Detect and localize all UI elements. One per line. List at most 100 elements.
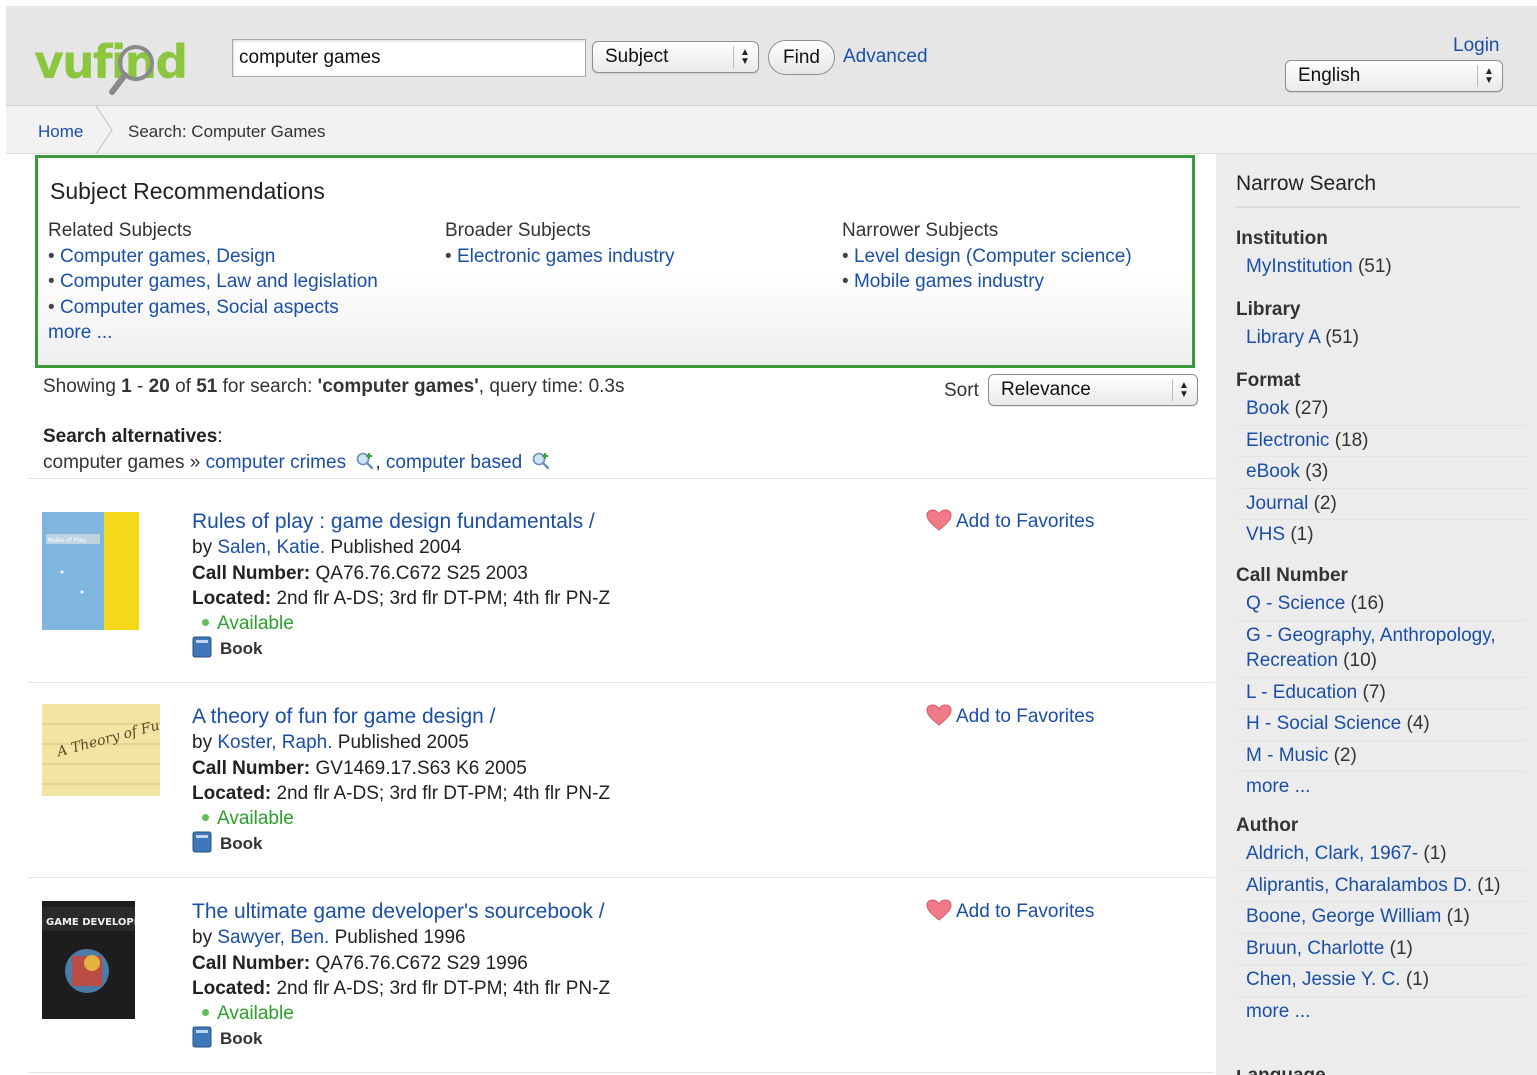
facet-link[interactable]: M - Music xyxy=(1246,745,1328,766)
subject-recommendations-box: Subject Recommendations Related Subjects… xyxy=(35,155,1195,368)
summary-of: of xyxy=(175,376,191,397)
select-arrows-icon: ▲ ▼ xyxy=(740,47,750,67)
select-arrows-icon: ▲ ▼ xyxy=(1179,380,1189,400)
located-label: Located: xyxy=(192,587,272,609)
facet-link[interactable]: Book xyxy=(1246,398,1289,419)
facet-heading: Call Number xyxy=(1236,565,1348,586)
facet-link[interactable]: Q - Science xyxy=(1246,593,1345,614)
facet-count: (16) xyxy=(1350,593,1385,614)
available-status-icon xyxy=(202,1009,209,1017)
facet-more-link[interactable]: more ... xyxy=(1246,776,1310,797)
result-title-link[interactable]: A theory of fun for game design / xyxy=(192,705,496,728)
expand-search-icon[interactable] xyxy=(355,452,375,470)
result-author-link[interactable]: Koster, Raph. xyxy=(217,732,332,753)
facet-link[interactable]: Chen, Jessie Y. C. xyxy=(1246,969,1401,990)
facet-institution: Institution MyInstitution (51) xyxy=(1236,228,1526,285)
expand-search-icon[interactable] xyxy=(531,452,551,470)
heart-icon xyxy=(926,704,952,726)
facet-author: Author Aldrich, Clark, 1967- (1) Alipran… xyxy=(1236,815,1526,1029)
search-alternatives-line: computer games » computer crimes , compu… xyxy=(43,452,551,474)
summary-dash: - xyxy=(137,376,144,397)
facet-count: (1) xyxy=(1477,874,1501,896)
result-author-link[interactable]: Salen, Katie. xyxy=(217,537,325,558)
add-to-favorites-link[interactable]: Add to Favorites xyxy=(926,704,1094,728)
login-link[interactable]: Login xyxy=(1453,35,1500,57)
summary-end: 20 xyxy=(148,376,170,397)
facet-link[interactable]: VHS xyxy=(1246,524,1285,545)
heart-icon xyxy=(926,509,952,531)
facet-link[interactable]: Aliprantis, Charalambos D. xyxy=(1246,875,1472,896)
narrower-subject-link[interactable]: Mobile games industry xyxy=(854,271,1044,292)
language-value: English xyxy=(1298,65,1361,86)
svg-text:GAME DEVELOPER'S: GAME DEVELOPER'S xyxy=(46,917,135,928)
facet-link[interactable]: eBook xyxy=(1246,461,1300,482)
facet-item: Aliprantis, Charalambos D. (1) xyxy=(1236,873,1526,902)
by-label: by xyxy=(192,537,213,559)
facet-link[interactable]: H - Social Science xyxy=(1246,713,1401,734)
search-input[interactable] xyxy=(232,39,586,77)
alternative-link-computer-crimes[interactable]: computer crimes xyxy=(206,452,346,473)
book-cover-image[interactable]: A Theory of Fun xyxy=(42,704,160,796)
language-select[interactable]: English ▲ ▼ xyxy=(1285,60,1503,92)
narrower-subject-link[interactable]: Level design (Computer science) xyxy=(854,246,1132,267)
facet-link[interactable]: Journal xyxy=(1246,493,1308,514)
sort-select[interactable]: Relevance ▲ ▼ xyxy=(988,374,1198,406)
book-cover-image[interactable]: GAME DEVELOPER'S xyxy=(42,901,135,1019)
facet-link[interactable]: MyInstitution xyxy=(1246,256,1353,277)
sort-label: Sort xyxy=(944,380,979,401)
facet-count: (3) xyxy=(1305,461,1329,482)
book-cover-image[interactable]: Rules of Play xyxy=(42,512,139,630)
results-divider xyxy=(28,478,1214,479)
result-status: Available xyxy=(217,613,294,635)
search-type-select[interactable]: Subject ▲ ▼ xyxy=(592,41,759,73)
facet-count: (4) xyxy=(1406,713,1430,734)
facet-link[interactable]: Bruun, Charlotte xyxy=(1246,938,1384,959)
facet-item: Aldrich, Clark, 1967- (1) xyxy=(1236,841,1526,871)
facet-format: Format Book (27) Electronic (18) eBook (… xyxy=(1236,370,1526,553)
facet-item: more ... xyxy=(1236,774,1526,803)
facet-item: Library A (51) xyxy=(1236,325,1526,354)
facet-link[interactable]: Aldrich, Clark, 1967- xyxy=(1246,843,1418,864)
facet-link[interactable]: L - Education xyxy=(1246,682,1357,703)
add-to-favorites-link[interactable]: Add to Favorites xyxy=(926,509,1094,533)
summary-query: 'computer games' xyxy=(317,376,479,397)
result-published: Published 1996 xyxy=(334,927,466,949)
facet-item: Journal (2) xyxy=(1236,491,1526,520)
find-button[interactable]: Find xyxy=(768,40,835,75)
facet-count: (1) xyxy=(1423,843,1447,864)
narrow-search-sidebar: Narrow Search Institution MyInstitution … xyxy=(1216,154,1537,1075)
facet-link[interactable]: Electronic xyxy=(1246,430,1329,451)
related-subject-link[interactable]: Computer games, Law and legislation xyxy=(60,271,378,292)
result-title-link[interactable]: Rules of play : game design fundamentals… xyxy=(192,510,595,533)
narrower-subjects-heading: Narrower Subjects xyxy=(842,220,999,241)
facet-item: Book (27) xyxy=(1236,396,1526,426)
vufind-logo[interactable]: vufind xyxy=(32,30,207,100)
facet-item: more ... xyxy=(1236,999,1526,1028)
breadcrumb-home-link[interactable]: Home xyxy=(38,122,83,142)
facet-link[interactable]: Boone, George William xyxy=(1246,906,1441,927)
related-subjects-more-link[interactable]: more ... xyxy=(48,322,112,343)
alternatives-comma: , xyxy=(375,452,381,473)
add-to-favorites-link[interactable]: Add to Favorites xyxy=(926,899,1094,923)
book-format-icon xyxy=(192,636,212,658)
result-title-link[interactable]: The ultimate game developer's sourcebook… xyxy=(192,900,605,923)
broader-subject-link[interactable]: Electronic games industry xyxy=(457,246,675,267)
advanced-search-link[interactable]: Advanced xyxy=(843,46,928,68)
alternative-link-computer-based[interactable]: computer based xyxy=(386,452,522,473)
result-location: 2nd flr A-DS; 3rd flr DT-PM; 4th flr PN-… xyxy=(276,977,611,999)
facet-link[interactable]: Library A xyxy=(1246,327,1320,348)
facet-item: Bruun, Charlotte (1) xyxy=(1236,936,1526,965)
heart-icon xyxy=(926,899,952,921)
available-status-icon xyxy=(202,814,209,822)
result-item: GAME DEVELOPER'S The ultimate game devel… xyxy=(42,899,1212,1075)
by-label: by xyxy=(192,732,213,754)
result-item: Rules of Play Rules of play : game desig… xyxy=(42,509,1212,689)
result-author-link[interactable]: Sawyer, Ben. xyxy=(217,927,329,948)
header-bar: vufind Subject ▲▼ Find Advanced Login En… xyxy=(6,6,1537,106)
related-subject-link[interactable]: Computer games, Social aspects xyxy=(60,297,339,318)
facet-item: Chen, Jessie Y. C. (1) xyxy=(1236,967,1526,997)
facet-more-link[interactable]: more ... xyxy=(1246,1001,1310,1022)
summary-for-search: for search: xyxy=(222,376,313,397)
facet-count: (1) xyxy=(1405,969,1430,990)
related-subject-link[interactable]: Computer games, Design xyxy=(60,246,275,267)
